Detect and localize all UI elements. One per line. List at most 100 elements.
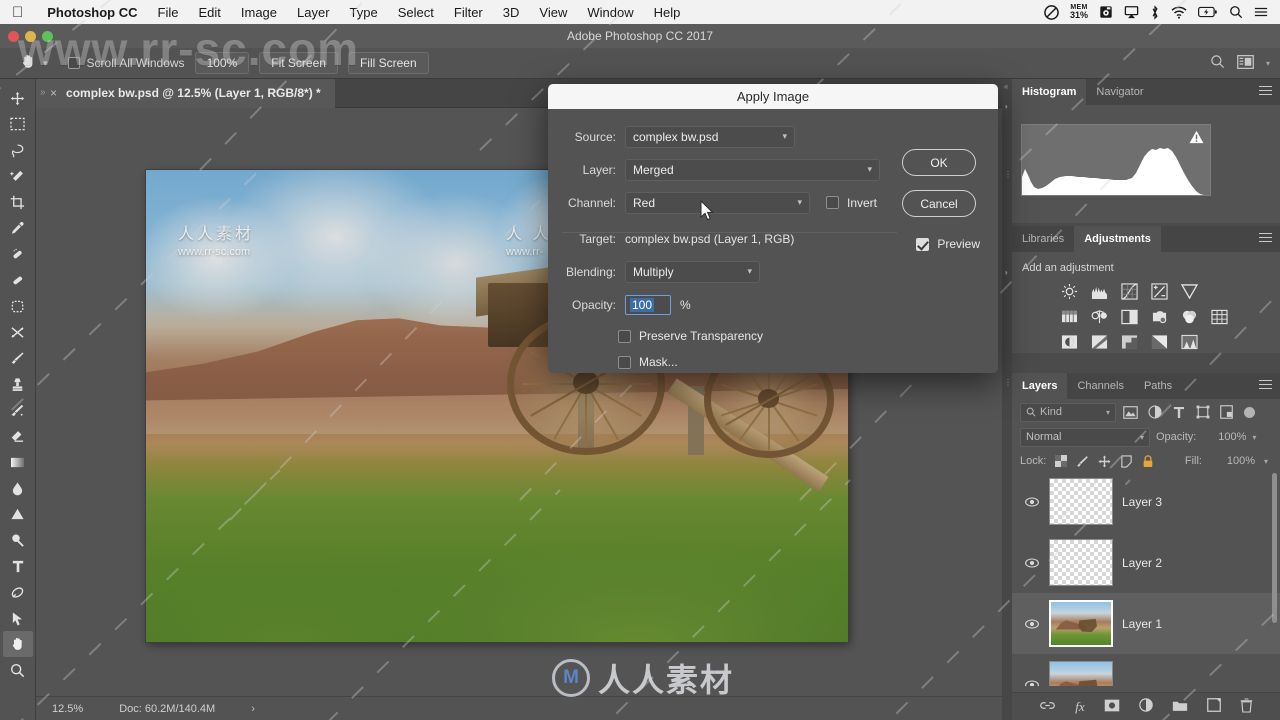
scroll-all-windows-checkbox[interactable]: Scroll All Windows [67, 56, 185, 70]
memory-indicator[interactable]: MEM 31% [1070, 4, 1088, 20]
chevron-down-icon[interactable]: ▾ [747, 266, 752, 277]
clone-stamp-tool[interactable] [3, 371, 33, 397]
menu-item-view[interactable]: View [529, 5, 577, 20]
blend-mode-select[interactable]: Normal ▾ [1020, 427, 1150, 447]
menu-item-filter[interactable]: Filter [444, 5, 493, 20]
layer-name[interactable]: Layer 3 [1122, 495, 1162, 509]
preview-checkbox-box[interactable] [916, 237, 930, 251]
preserve-transparency-checkbox[interactable]: Preserve Transparency [618, 329, 763, 343]
menu-item-app-name[interactable]: Photoshop CC [37, 5, 147, 20]
exposure-icon[interactable] [1149, 282, 1169, 301]
layer-list-scrollbar[interactable] [1272, 473, 1277, 623]
blending-select[interactable]: Multiply ▾ [625, 260, 760, 283]
layer-visibility-toggle[interactable] [1024, 557, 1040, 568]
battery-charging-icon[interactable] [1198, 6, 1218, 18]
gradient-tool[interactable] [3, 449, 33, 475]
layer-name[interactable]: Layer 1 [1122, 617, 1162, 631]
rail-swatches-icon[interactable]: ⋮ [1004, 171, 1012, 179]
lasso-tool[interactable] [3, 137, 33, 163]
curves-icon[interactable] [1119, 282, 1139, 301]
spot-healing-brush-tool[interactable] [3, 241, 33, 267]
posterize-icon[interactable] [1089, 332, 1109, 351]
rail-more-icon[interactable]: ⋮ [1004, 379, 1012, 387]
maximize-window-button[interactable] [42, 30, 53, 42]
fill-screen-button[interactable]: Fill Screen [347, 51, 429, 75]
add-layer-mask-icon[interactable] [1104, 699, 1120, 715]
channel-select[interactable]: Red ▾ [625, 191, 810, 214]
hand-tool[interactable] [2, 631, 33, 657]
layer-list[interactable]: Layer 3 Layer 2 Layer 1 [1012, 471, 1280, 686]
menu-item-file[interactable]: File [148, 5, 189, 20]
patch-tool[interactable] [3, 267, 33, 293]
tab-channels[interactable]: Channels [1067, 373, 1133, 399]
table-row[interactable] [1012, 654, 1280, 686]
burn-tool[interactable] [3, 527, 33, 553]
filter-enable-toggle[interactable] [1244, 406, 1255, 418]
menu-item-window[interactable]: Window [577, 5, 643, 20]
collapse-arrows-icon[interactable]: » [40, 87, 46, 98]
lock-transparent-pixels-icon[interactable] [1055, 455, 1068, 467]
status-chevron-icon[interactable]: › [251, 703, 255, 715]
apply-image-dialog[interactable]: Apply Image Source: complex bw.psd ▾ Lay… [548, 84, 998, 373]
invert-icon[interactable] [1059, 332, 1079, 351]
brightness-contrast-icon[interactable] [1059, 282, 1079, 301]
black-white-icon[interactable] [1119, 307, 1139, 326]
layer-thumbnail[interactable] [1049, 478, 1113, 525]
quick-selection-tool[interactable] [3, 163, 33, 189]
layer-thumbnail[interactable] [1049, 661, 1113, 686]
apple-icon[interactable]:  [0, 5, 37, 20]
layer-visibility-toggle[interactable] [1024, 618, 1040, 629]
dodge-tool[interactable] [3, 501, 33, 527]
invert-checkbox[interactable]: Invert [826, 196, 877, 210]
history-brush-tool[interactable] [3, 397, 33, 423]
vibrance-icon[interactable] [1179, 282, 1199, 301]
workspace-icon[interactable] [1237, 54, 1254, 72]
new-group-icon[interactable] [1172, 699, 1188, 715]
pen-tool[interactable] [3, 579, 33, 605]
fill-value[interactable]: 100% [1211, 455, 1255, 467]
bluetooth-icon[interactable] [1150, 4, 1160, 20]
tab-libraries[interactable]: Libraries [1012, 226, 1074, 252]
move-tool[interactable] [3, 85, 33, 111]
panel-menu-icon[interactable] [1259, 233, 1272, 244]
chevron-down-icon[interactable]: ▾ [782, 131, 787, 142]
notification-center-icon[interactable] [1254, 6, 1268, 18]
menu-item-type[interactable]: Type [340, 5, 388, 20]
airplay-icon[interactable] [1124, 5, 1139, 19]
eyedropper-tool[interactable] [3, 215, 33, 241]
scroll-all-windows-box[interactable] [67, 57, 80, 69]
menu-item-select[interactable]: Select [388, 5, 444, 20]
rectangular-marquee-tool[interactable] [3, 111, 33, 137]
new-layer-icon[interactable] [1206, 698, 1221, 715]
eraser-tool[interactable] [3, 423, 33, 449]
layer-name[interactable]: Layer 2 [1122, 556, 1162, 570]
new-adjustment-layer-icon[interactable] [1138, 698, 1153, 715]
lock-artboard-icon[interactable] [1120, 454, 1133, 468]
lock-all-icon[interactable] [1142, 454, 1154, 468]
table-row[interactable]: Layer 3 [1012, 471, 1280, 532]
selective-color-icon[interactable] [1179, 332, 1199, 351]
chevron-down-icon[interactable]: ▾ [1140, 433, 1144, 442]
source-select[interactable]: complex bw.psd ▾ [625, 125, 795, 148]
hand-tool-icon[interactable] [20, 53, 37, 74]
gradient-map-icon[interactable] [1149, 332, 1169, 351]
crop-tool[interactable] [3, 189, 33, 215]
zoom-level[interactable]: 12.5% [52, 703, 83, 715]
chevron-down-icon[interactable]: ▾ [1106, 408, 1110, 417]
close-window-button[interactable] [8, 30, 19, 42]
delete-layer-icon[interactable] [1240, 697, 1253, 716]
menu-item-layer[interactable]: Layer [287, 5, 340, 20]
mask-checkbox[interactable]: Mask... [618, 355, 678, 369]
filter-smart-object-icon[interactable] [1217, 403, 1236, 422]
color-balance-icon[interactable] [1089, 307, 1109, 326]
layer-select[interactable]: Merged ▾ [625, 158, 880, 181]
preserve-transparency-box[interactable] [618, 329, 631, 343]
rail-color-icon[interactable]: ◗ [1004, 103, 1010, 111]
minimize-window-button[interactable] [25, 30, 36, 42]
filter-type-icon[interactable] [1169, 403, 1188, 422]
opacity-value[interactable]: 100 [630, 297, 655, 312]
cancel-button[interactable]: Cancel [902, 190, 976, 217]
table-row[interactable]: Layer 2 [1012, 532, 1280, 593]
layer-thumbnail[interactable] [1049, 539, 1113, 586]
hue-saturation-icon[interactable] [1059, 307, 1079, 326]
